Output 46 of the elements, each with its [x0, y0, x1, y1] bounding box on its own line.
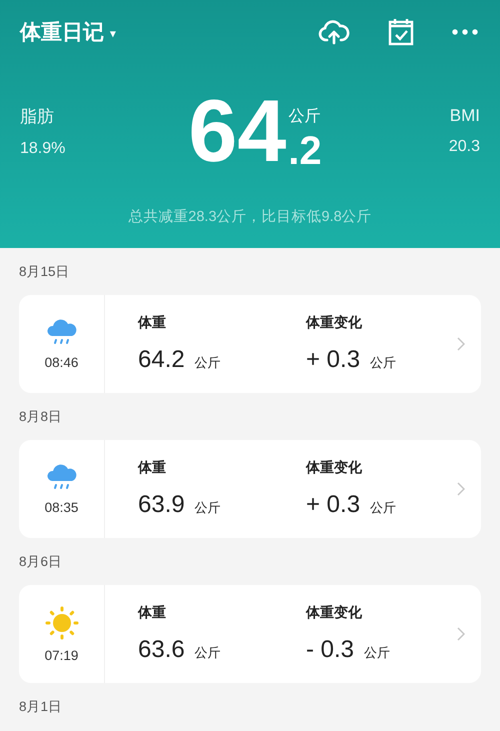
bmi-value: 20.3: [448, 138, 480, 156]
change-label: 体重变化: [306, 459, 363, 477]
more-icon[interactable]: [452, 29, 478, 35]
sun-icon: [44, 606, 78, 640]
entry-card[interactable]: 08:35 体重 63.9 公斤 体重变化 + 0.3 公斤: [19, 440, 481, 538]
entry-card[interactable]: 08:46 体重 64.2 公斤 体重变化 + 0.3 公斤: [19, 295, 481, 393]
fat-label: 脂肪: [20, 106, 55, 128]
unit-label: 公斤: [370, 499, 396, 517]
summary-note: 总共减重28.3公斤，比目标低9.8公斤: [127, 208, 373, 226]
unit-label: 公斤: [194, 354, 221, 372]
change-value: + 0.3: [306, 346, 360, 374]
change-value: - 0.3: [306, 636, 354, 664]
change-label: 体重变化: [306, 314, 363, 332]
chevron-right-icon: [457, 337, 465, 351]
entry-time: 08:35: [44, 500, 78, 514]
change-label: 体重变化: [306, 604, 363, 622]
weight-unit: 公斤: [288, 106, 320, 127]
weight-value: 63.9: [138, 491, 185, 519]
weight-decimal: .2: [288, 132, 322, 169]
weight-label: 体重: [138, 604, 167, 622]
entry-card[interactable]: 07:19 体重 63.6 公斤 体重变化 - 0.3 公斤: [19, 585, 481, 683]
date-label: 8月8日: [19, 408, 64, 426]
bmi-label: BMI: [450, 106, 480, 126]
change-value: + 0.3: [306, 491, 360, 519]
weight-value: 63.6: [138, 636, 185, 664]
entry-time: 08:46: [44, 354, 78, 370]
fat-value: 18.9%: [20, 140, 66, 158]
weight-label: 体重: [138, 314, 167, 332]
weight-value: 64.2: [138, 346, 185, 374]
unit-label: 公斤: [370, 354, 396, 372]
weight-label: 体重: [138, 459, 167, 477]
calendar-check-icon[interactable]: [388, 18, 414, 46]
weight-integer: 64: [188, 94, 286, 169]
unit-label: 公斤: [194, 644, 221, 662]
date-label: 8月1日: [19, 698, 64, 716]
rain-cloud-icon: [46, 318, 78, 346]
chevron-right-icon: [457, 482, 465, 496]
diary-title-dropdown[interactable]: 体重日记 ▾: [20, 18, 116, 46]
unit-label: 公斤: [194, 499, 221, 517]
cloud-upload-icon[interactable]: [318, 19, 350, 45]
entry-time: 07:19: [44, 648, 78, 662]
rain-cloud-icon: [46, 464, 78, 492]
date-label: 8月6日: [19, 553, 64, 571]
unit-label: 公斤: [364, 644, 390, 662]
date-label: 8月15日: [19, 263, 71, 281]
chevron-right-icon: [457, 627, 465, 641]
